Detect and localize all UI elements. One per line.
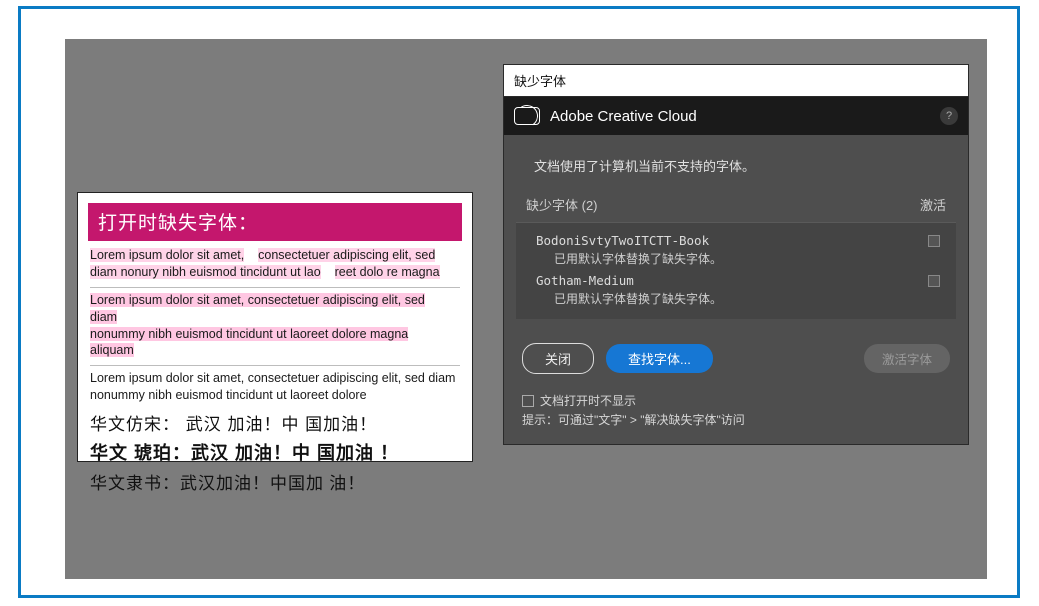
paragraph-1: Lorem ipsum dolor sit amet, consectetuer… [90, 247, 460, 281]
activate-checkbox[interactable] [928, 275, 940, 287]
activate-fonts-button: 激活字体 [864, 344, 950, 373]
cn-line-2: 华文 琥珀：武汉 加油！中 国加油 ！ [90, 439, 460, 465]
font-list: BodoniSvtyTwoITCTT-Book 已用默认字体替换了缺失字体。 G… [516, 222, 956, 319]
cn-line-1: 华文仿宋： 武汉 加油！中 国加油！ [90, 410, 460, 435]
workspace-background: 打开时缺失字体： Lorem ipsum dolor sit amet, con… [65, 39, 987, 579]
close-button[interactable]: 关闭 [522, 343, 594, 374]
dont-show-checkbox[interactable] [522, 395, 534, 407]
font-status: 已用默认字体替换了缺失字体。 [536, 248, 928, 267]
find-fonts-button[interactable]: 查找字体... [606, 344, 713, 373]
dont-show-label: 文档打开时不显示 [540, 392, 636, 409]
divider [90, 365, 460, 366]
dialog-footer: 文档打开时不显示 提示：可通过"文字" > "解决缺失字体"访问 [504, 388, 968, 444]
font-item: Gotham-Medium 已用默认字体替换了缺失字体。 [516, 269, 956, 309]
font-status: 已用默认字体替换了缺失字体。 [536, 288, 928, 307]
divider [90, 287, 460, 288]
dialog-title-bar: 缺少字体 [504, 65, 968, 97]
paragraph-3: Lorem ipsum dolor sit amet, consectetuer… [90, 370, 460, 404]
warning-text: 文档使用了计算机当前不支持的字体。 [534, 153, 755, 175]
font-name: BodoniSvtyTwoITCTT-Book [536, 233, 928, 248]
activate-checkbox[interactable] [928, 235, 940, 247]
font-item: BodoniSvtyTwoITCTT-Book 已用默认字体替换了缺失字体。 [516, 229, 956, 269]
help-icon[interactable]: ? [940, 107, 958, 125]
outer-frame: 打开时缺失字体： Lorem ipsum dolor sit amet, con… [18, 6, 1020, 598]
activate-column-label: 激活 [920, 195, 946, 214]
document-preview: 打开时缺失字体： Lorem ipsum dolor sit amet, con… [77, 192, 473, 462]
font-name: Gotham-Medium [536, 273, 928, 288]
cn-line-3: 华文隶书：武汉加油！中国加 油！ [90, 469, 460, 494]
button-row: 关闭 查找字体... 激活字体 [504, 319, 968, 388]
creative-cloud-title: Adobe Creative Cloud [550, 108, 697, 125]
creative-cloud-bar: Adobe Creative Cloud ? [504, 97, 968, 135]
document-title: 打开时缺失字体： [88, 203, 462, 241]
font-list-header: 缺少字体 (2) 激活 [504, 185, 968, 218]
footer-hint: 提示：可通过"文字" > "解决缺失字体"访问 [522, 411, 950, 428]
missing-fonts-label: 缺少字体 (2) [526, 195, 598, 214]
missing-fonts-dialog: 缺少字体 Adobe Creative Cloud ? 文档使用了计算机当前不支… [503, 64, 969, 445]
creative-cloud-logo-icon [514, 107, 540, 125]
warning-row: 文档使用了计算机当前不支持的字体。 [504, 135, 968, 185]
paragraph-2: Lorem ipsum dolor sit amet, consectetuer… [90, 292, 460, 360]
